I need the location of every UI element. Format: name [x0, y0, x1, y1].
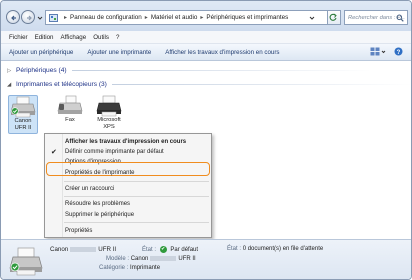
ok-status-icon: ✔: [159, 246, 167, 253]
svg-text:?: ?: [397, 50, 401, 56]
history-dropdown-icon[interactable]: [37, 15, 43, 21]
fax-icon: [52, 95, 88, 117]
refresh-icon: [329, 13, 337, 21]
menu-item-set-default[interactable]: ✔ Définir comme imprimante par défaut: [45, 147, 211, 157]
menu-help[interactable]: ?: [116, 34, 119, 41]
menu-divider: [64, 222, 209, 223]
device-label: XPS: [103, 124, 115, 130]
menu-divider: [64, 181, 209, 182]
device-label: UFR II: [14, 125, 32, 131]
model-row: Modèle : Canon UFR II: [106, 256, 196, 262]
device-label: Canon: [14, 118, 32, 124]
back-button[interactable]: [6, 10, 20, 24]
see-print-jobs-button[interactable]: Afficher les travaux d'impression en cou…: [165, 49, 279, 56]
menu-bar: Fichier Edition Affichage Outils ?: [1, 31, 411, 44]
model-label: Modèle :: [106, 256, 130, 263]
menu-item-see-jobs[interactable]: Afficher les travaux d'impression en cou…: [45, 137, 211, 147]
device-canon-printer[interactable]: Canon UFR II: [8, 95, 38, 134]
address-row: ▸ Panneau de configuration ▸ Matériel et…: [1, 1, 411, 31]
menu-item-create-shortcut[interactable]: Créer un raccourci: [45, 184, 211, 194]
address-dropdown-icon[interactable]: [309, 15, 315, 21]
queue-value: 0 document(s) en file d'attente: [242, 246, 324, 252]
state-value: Par défaut: [170, 247, 199, 254]
address-bar[interactable]: ▸ Panneau de configuration ▸ Matériel et…: [45, 10, 328, 25]
add-printer-button[interactable]: Ajouter une imprimante: [87, 49, 151, 56]
printer-icon: [91, 95, 127, 117]
group-title: Périphériques (4): [16, 67, 67, 74]
group-header-devices[interactable]: ▷ Périphériques (4): [7, 67, 372, 74]
details-pane: Canon UFR II État : ✔ Par défaut État : 0…: [1, 239, 411, 279]
menu-divider: [64, 196, 209, 197]
group-divider: [71, 70, 372, 71]
device-name-suffix: UFR II: [98, 246, 117, 253]
breadcrumb-hardware-audio[interactable]: Matériel et audio: [151, 14, 198, 21]
collapse-arrow-icon[interactable]: ◢: [7, 82, 14, 88]
device-label: Fax: [65, 117, 75, 123]
group-header-printers[interactable]: ◢ Imprimantes et télécopieurs (3): [7, 81, 411, 88]
menu-item-remove-device[interactable]: Supprimer le périphérique: [45, 210, 211, 220]
menu-tools[interactable]: Outils: [93, 34, 109, 41]
content-pane: ▷ Périphériques (4) ◢ Imprimantes et tél…: [1, 61, 411, 239]
control-panel-icon: [49, 13, 58, 22]
menu-edit[interactable]: Edition: [35, 34, 54, 41]
printer-icon: [9, 96, 37, 118]
device-label: Microsoft: [97, 117, 121, 123]
search-icon[interactable]: [396, 14, 404, 22]
explorer-window: ▸ Panneau de configuration ▸ Matériel et…: [0, 0, 412, 280]
redacted-text: [150, 256, 177, 261]
state-row: État : ✔ Par défaut: [142, 246, 198, 253]
menu-item-label: Définir comme imprimante par défaut: [65, 149, 164, 155]
breadcrumb-separator: ▸: [64, 15, 68, 21]
command-bar: Ajouter un périphérique Ajouter une impr…: [1, 44, 411, 61]
menu-file[interactable]: Fichier: [9, 34, 28, 41]
add-device-button[interactable]: Ajouter un périphérique: [9, 49, 73, 56]
model-prefix: Canon: [130, 256, 149, 263]
state-label: État :: [142, 247, 157, 254]
checkmark-icon: ✔: [51, 149, 57, 156]
arrow-left-icon: [11, 15, 16, 21]
menu-item-properties[interactable]: Propriétés: [45, 226, 211, 236]
forward-button[interactable]: [21, 10, 35, 24]
group-title: Imprimantes et télécopieurs (3): [16, 81, 107, 88]
breadcrumb-separator: ▸: [200, 15, 204, 21]
queue-row: État : 0 document(s) en file d'attente: [227, 246, 323, 252]
redacted-text: [70, 246, 97, 252]
refresh-button[interactable]: [328, 10, 341, 25]
view-options-icon[interactable]: [370, 47, 386, 56]
context-menu: Afficher les travaux d'impression en cou…: [44, 133, 212, 238]
menu-item-printer-properties[interactable]: Propriétés de l'imprimante: [45, 168, 211, 178]
group-divider: [111, 84, 411, 85]
menu-view[interactable]: Affichage: [61, 34, 87, 41]
help-icon[interactable]: ?: [394, 47, 403, 56]
expand-arrow-icon[interactable]: ▷: [7, 68, 14, 74]
category-row: Catégorie : Imprimante: [99, 265, 160, 271]
device-microsoft-xps[interactable]: Microsoft XPS: [91, 95, 127, 131]
printer-icon: [9, 247, 43, 276]
category-label: Catégorie :: [99, 265, 129, 271]
queue-label: État :: [227, 246, 242, 252]
menu-item-troubleshoot[interactable]: Résoudre les problèmes: [45, 199, 211, 209]
category-value: Imprimante: [130, 265, 161, 271]
device-fax[interactable]: Fax: [52, 95, 88, 124]
arrow-right-icon: [27, 15, 32, 21]
device-name: Canon UFR II: [50, 246, 116, 253]
model-suffix: UFR II: [178, 256, 196, 263]
device-name-prefix: Canon: [50, 246, 69, 253]
breadcrumb-separator: ▸: [144, 15, 148, 21]
search-input[interactable]: Rechercher dans : P...: [344, 10, 408, 25]
breadcrumb-devices-printers[interactable]: Périphériques et imprimantes: [206, 14, 288, 21]
breadcrumb-control-panel[interactable]: Panneau de configuration: [70, 14, 142, 21]
